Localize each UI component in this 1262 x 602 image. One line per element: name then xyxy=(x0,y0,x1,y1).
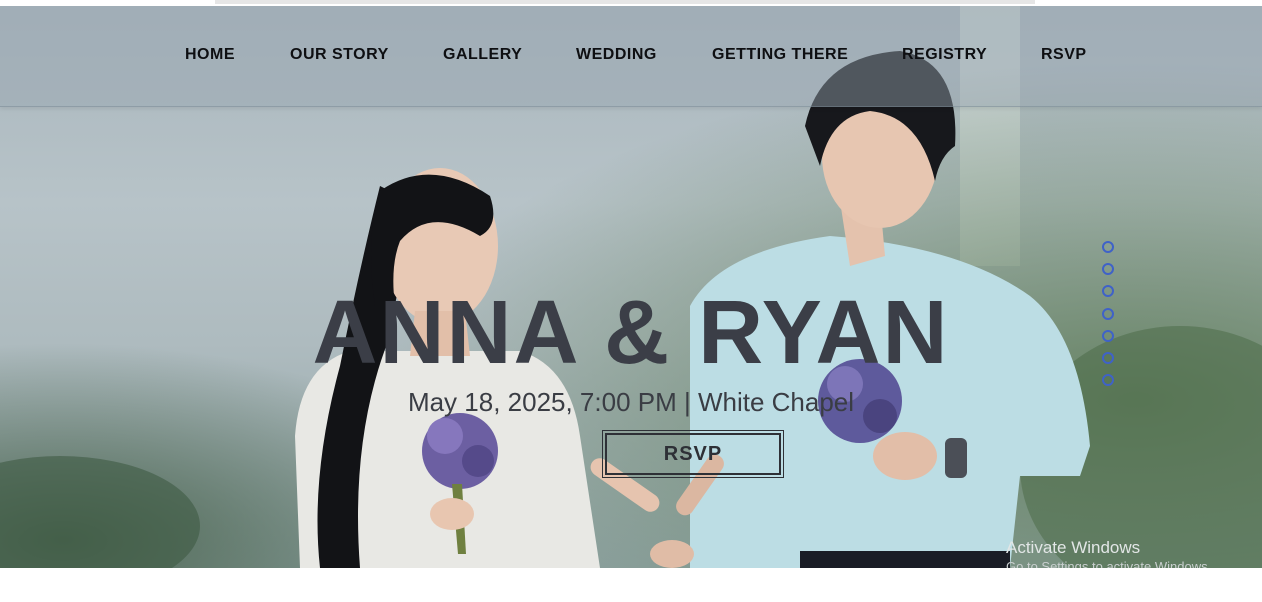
slide-dot-2[interactable] xyxy=(1102,263,1114,276)
nav-gallery[interactable]: GALLERY xyxy=(443,46,522,64)
slide-dot-4[interactable] xyxy=(1102,307,1114,320)
hero-section: HOME OUR STORY GALLERY WEDDING GETTING T… xyxy=(0,6,1262,568)
slide-dot-5[interactable] xyxy=(1102,329,1114,342)
nav-our-story[interactable]: OUR STORY xyxy=(290,46,389,64)
nav-wedding[interactable]: WEDDING xyxy=(576,46,657,64)
couple-names-title: ANNA & RYAN xyxy=(312,283,950,383)
slide-dot-3[interactable] xyxy=(1102,285,1114,298)
activate-windows-watermark: Activate Windows Go to Settings to activ… xyxy=(1006,538,1211,568)
slide-dot-7[interactable] xyxy=(1102,374,1114,387)
slide-dot-1[interactable] xyxy=(1102,241,1114,253)
nav-registry[interactable]: REGISTRY xyxy=(902,46,987,64)
nav-getting-there[interactable]: GETTING THERE xyxy=(712,46,848,64)
nav-rsvp[interactable]: RSVP xyxy=(1041,46,1087,64)
slide-dot-6[interactable] xyxy=(1102,351,1114,364)
main-navbar: HOME OUR STORY GALLERY WEDDING GETTING T… xyxy=(0,6,1262,107)
watermark-subtitle: Go to Settings to activate Windows. xyxy=(1006,559,1212,568)
rsvp-button[interactable]: RSVP xyxy=(602,430,784,478)
slide-indicator xyxy=(1102,241,1114,396)
top-strip-bar xyxy=(215,0,1035,4)
nav-home[interactable]: HOME xyxy=(185,46,235,64)
event-date-location: May 18, 2025, 7:00 PM | White Chapel xyxy=(407,387,855,417)
watermark-title: Activate Windows xyxy=(1006,538,1141,557)
